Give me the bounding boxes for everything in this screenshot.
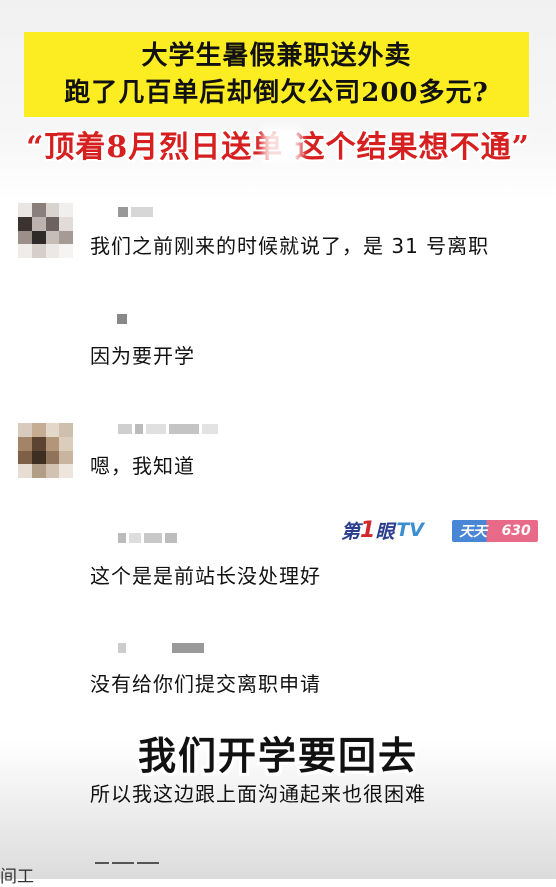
quote-blur-mask bbox=[263, 127, 301, 165]
channel-prefix: 第 bbox=[341, 520, 361, 543]
username-blur-4 bbox=[118, 533, 177, 543]
badge-right-text: 630 bbox=[501, 523, 531, 539]
badge-left-text: 天天 bbox=[459, 524, 488, 540]
chat-message-2: 因为要开学 bbox=[90, 344, 195, 368]
program-badge: 天天 630 bbox=[452, 520, 538, 542]
chat-message-1: 我们之前刚来的时候就说了，是 31 号离职 bbox=[90, 234, 490, 258]
username-blur-6 bbox=[95, 858, 159, 868]
channel-mid: 眼 bbox=[375, 520, 395, 543]
partial-bottom-text: 间工 bbox=[0, 867, 34, 887]
username-blur-3 bbox=[118, 424, 218, 434]
username-blur-5 bbox=[118, 643, 204, 653]
chat-message-5: 没有给你们提交离职申请 bbox=[90, 672, 321, 696]
chat-message-3: 嗯，我知道 bbox=[90, 454, 195, 478]
headline-banner: 大学生暑假兼职送外卖 跑了几百单后却倒欠公司200多元? bbox=[24, 32, 529, 117]
chat-message-6: 所以我这边跟上面沟通起来也很困难 bbox=[90, 782, 426, 806]
headline-line-1: 大学生暑假兼职送外卖 bbox=[141, 41, 412, 71]
avatar-2[interactable] bbox=[18, 423, 73, 478]
channel-suffix: TV bbox=[396, 519, 425, 541]
channel-watermark: 第 1 眼 TV bbox=[341, 517, 424, 543]
username-blur-2 bbox=[117, 314, 127, 324]
avatar-1[interactable] bbox=[18, 203, 73, 258]
chat-message-4: 这个是是前站长没处理好 bbox=[90, 564, 321, 588]
username-blur-1 bbox=[118, 207, 153, 217]
subtitle-caption: 我们开学要回去 bbox=[137, 734, 418, 778]
headline-line-2: 跑了几百单后却倒欠公司200多元? bbox=[64, 78, 489, 108]
channel-one: 1 bbox=[360, 517, 376, 543]
